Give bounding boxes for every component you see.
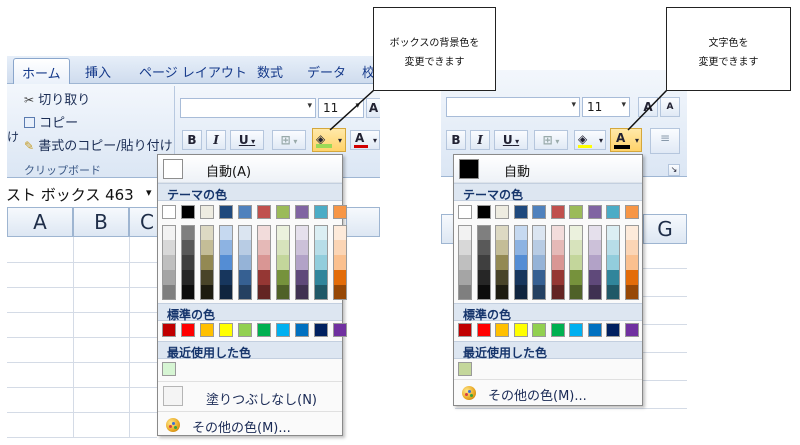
fill-callout-line-2: 変更できます	[404, 57, 465, 68]
font-callout-line-1: 文字色を	[708, 38, 749, 49]
fill-callout-pointer	[329, 89, 375, 131]
fill-color-callout: ボックスの背景色を 変更できます	[373, 7, 496, 91]
font-color-callout: 文字色を 変更できます	[666, 7, 791, 91]
font-callout-pointer	[627, 89, 668, 131]
fill-callout-line-1: ボックスの背景色を	[389, 38, 480, 49]
font-callout-line-2: 変更できます	[698, 57, 759, 68]
